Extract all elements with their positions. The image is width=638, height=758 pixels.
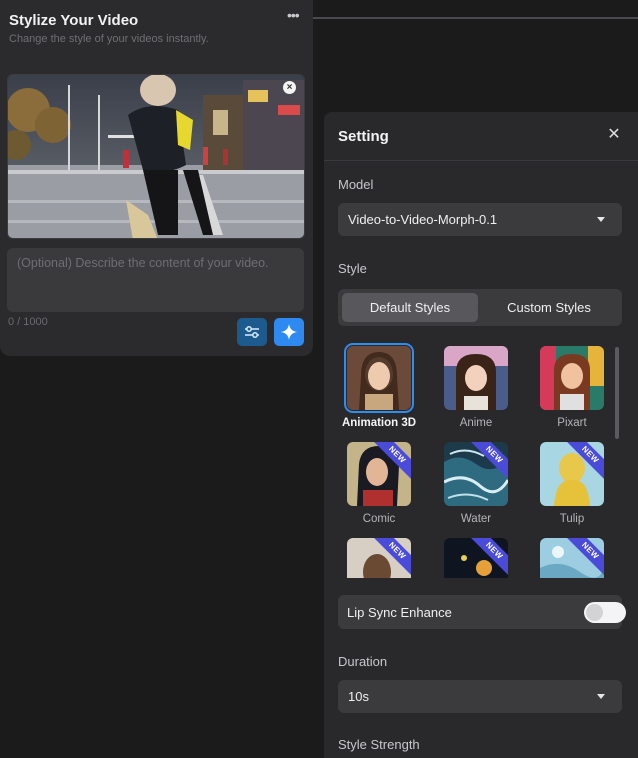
card-title: Stylize Your Video bbox=[9, 12, 139, 29]
style-thumbnail: NEW bbox=[444, 442, 508, 506]
style-thumbnail: NEW bbox=[540, 442, 604, 506]
panel-title: Setting bbox=[338, 128, 389, 145]
style-grid-scrollbar[interactable] bbox=[615, 347, 619, 439]
style-thumbnail: NEW bbox=[540, 538, 604, 578]
top-divider bbox=[313, 17, 638, 19]
chevron-down-icon bbox=[597, 217, 605, 222]
style-thumbnail: NEW bbox=[347, 538, 411, 578]
style-thumbnail bbox=[344, 343, 414, 413]
card-subtitle: Change the style of your videos instantl… bbox=[9, 33, 209, 45]
style-name: Anime bbox=[459, 417, 493, 429]
tab-custom-styles[interactable]: Custom Styles bbox=[480, 293, 618, 322]
sparkle-icon bbox=[281, 324, 297, 340]
style-thumbnail: NEW bbox=[444, 538, 508, 578]
stylize-video-card: Stylize Your Video Change the style of y… bbox=[0, 0, 313, 356]
style-name: Animation 3D bbox=[341, 417, 417, 429]
video-preview[interactable] bbox=[7, 74, 305, 239]
lip-sync-row: Lip Sync Enhance bbox=[338, 595, 626, 629]
sliders-icon bbox=[245, 326, 259, 338]
setting-panel: Setting ✕ Model Video-to-Video-Morph-0.1… bbox=[324, 112, 638, 758]
model-value: Video-to-Video-Morph-0.1 bbox=[348, 212, 498, 227]
style-tabs: Default Styles Custom Styles bbox=[338, 289, 622, 326]
tab-default-styles[interactable]: Default Styles bbox=[342, 293, 478, 322]
duration-value: 10s bbox=[348, 689, 369, 704]
char-counter: 0 / 1000 bbox=[8, 316, 48, 328]
style-thumbnail bbox=[444, 346, 508, 410]
style-item-9[interactable]: NEW bbox=[532, 538, 612, 578]
style-item-anime[interactable]: Anime bbox=[436, 346, 516, 429]
style-item-tulip[interactable]: NEW Tulip bbox=[532, 442, 612, 525]
prompt-input[interactable] bbox=[7, 248, 304, 312]
video-frame-image bbox=[8, 75, 304, 238]
style-item-water[interactable]: NEW Water bbox=[436, 442, 516, 525]
toggle-knob bbox=[586, 604, 603, 621]
style-label: Style bbox=[338, 261, 367, 276]
duration-select[interactable]: 10s bbox=[338, 680, 622, 713]
style-grid: Animation 3D Anime Pixart NEW Comic NEW … bbox=[338, 342, 622, 578]
generate-button[interactable] bbox=[274, 318, 304, 346]
duration-label: Duration bbox=[338, 654, 388, 669]
remove-video-close-icon[interactable]: × bbox=[283, 81, 296, 94]
style-thumbnail bbox=[540, 346, 604, 410]
style-item-8[interactable]: NEW bbox=[436, 538, 516, 578]
style-item-animation-3d[interactable]: Animation 3D bbox=[339, 343, 419, 429]
style-name: Tulip bbox=[559, 513, 585, 525]
lip-sync-label: Lip Sync Enhance bbox=[347, 605, 452, 620]
model-select[interactable]: Video-to-Video-Morph-0.1 bbox=[338, 203, 622, 236]
close-icon[interactable]: ✕ bbox=[607, 127, 621, 143]
style-thumbnail: NEW bbox=[347, 442, 411, 506]
panel-divider bbox=[324, 160, 638, 161]
style-name: Pixart bbox=[557, 417, 587, 429]
model-label: Model bbox=[338, 177, 374, 192]
style-item-pixart[interactable]: Pixart bbox=[532, 346, 612, 429]
settings-button[interactable] bbox=[237, 318, 267, 346]
style-strength-label: Style Strength bbox=[338, 737, 420, 752]
style-item-7[interactable]: NEW bbox=[339, 538, 419, 578]
style-name: Comic bbox=[362, 513, 396, 525]
more-horizontal-icon[interactable]: ••• bbox=[287, 8, 303, 22]
style-name: Water bbox=[460, 513, 492, 525]
style-item-comic[interactable]: NEW Comic bbox=[339, 442, 419, 525]
lip-sync-toggle[interactable] bbox=[584, 602, 626, 623]
chevron-down-icon bbox=[597, 694, 605, 699]
